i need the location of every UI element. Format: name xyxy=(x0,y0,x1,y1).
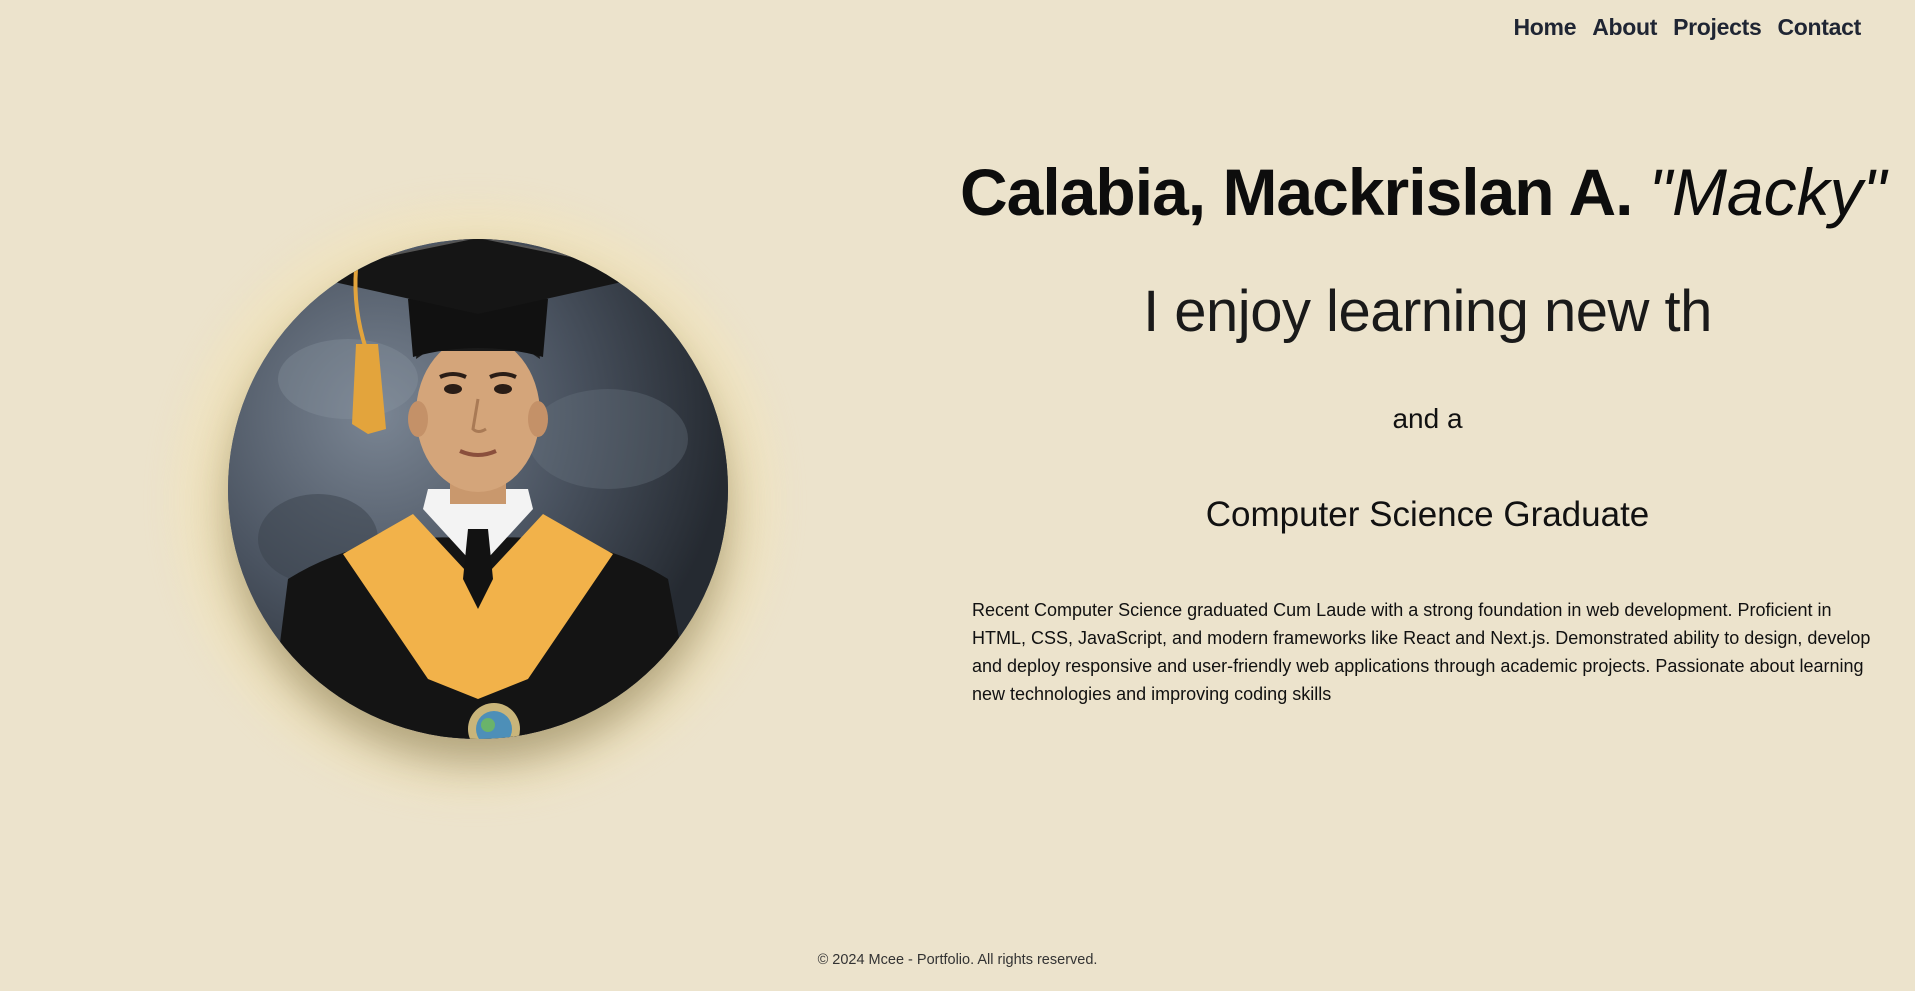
nickname: "Macky" xyxy=(1648,155,1887,229)
graduation-portrait-image xyxy=(228,239,728,739)
nav-home-link[interactable]: Home xyxy=(1513,14,1576,41)
nav-contact-link[interactable]: Contact xyxy=(1777,14,1861,41)
top-nav: Home About Projects Contact xyxy=(1513,14,1861,41)
name-heading: Calabia, Mackrislan A. "Macky" xyxy=(960,148,1886,236)
nav-about-link[interactable]: About xyxy=(1592,14,1657,41)
nav-projects-link[interactable]: Projects xyxy=(1673,14,1762,41)
connector-text: and a xyxy=(1392,403,1463,434)
footer-copyright: © 2024 Mcee - Portfolio. All rights rese… xyxy=(817,952,1098,968)
full-name: Calabia, Mackrislan A. xyxy=(960,155,1634,229)
profile-photo xyxy=(228,239,728,739)
bio-paragraph: Recent Computer Science graduated Cum La… xyxy=(972,600,1871,704)
typing-tagline: I enjoy learning new th xyxy=(1143,279,1712,344)
role-title: Computer Science Graduate xyxy=(1205,495,1650,534)
